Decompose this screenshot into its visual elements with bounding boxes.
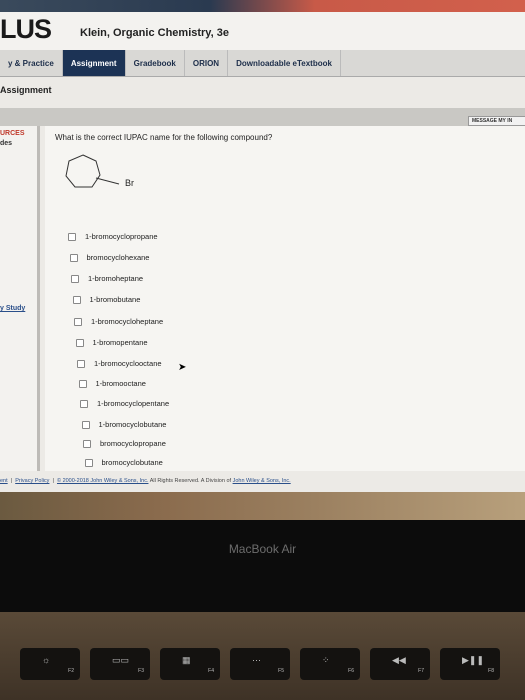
option-label: bromocyclobutane [101,458,163,467]
option-label: 1-bromopentane [92,338,148,347]
answer-option[interactable]: 1-bromocyclopentane [80,399,169,408]
privacy-policy-link[interactable]: Privacy Policy [15,478,49,484]
header [0,12,525,50]
key-icon: ⁘ [322,655,330,665]
tab-assignment[interactable]: Assignment [62,50,126,76]
key-icon: ▶❚❚ [462,655,485,665]
function-key-f5[interactable]: ⋯ F5 [230,648,290,680]
answer-option[interactable]: 1-bromobutane [72,295,141,304]
key-icon: ☼ [42,655,51,665]
key-label: F5 [278,668,284,674]
checkbox[interactable] [83,439,91,448]
checkbox[interactable] [77,359,85,368]
laptop-bezel [0,520,525,615]
bromine-label: Br [125,178,134,188]
device-brand: MacBook Air [228,542,297,556]
checkbox[interactable] [72,295,81,304]
option-label: 1-bromocyclopropane [85,232,158,241]
checkbox[interactable] [81,420,90,429]
wiley-link[interactable]: John Wiley & Sons, Inc. [233,478,291,484]
option-label: 1-bromooctane [95,379,146,388]
checkbox[interactable] [75,338,84,347]
function-key-f4[interactable]: ▦ F4 [160,648,220,680]
footer-link[interactable]: ent [0,478,8,484]
option-label: bromocyclohexane [86,253,150,262]
option-label: 1-bromocyclopentane [97,399,170,408]
message-instructor-button[interactable]: MESSAGE MY IN [468,116,525,126]
sidebar-study-link[interactable]: y Study [0,305,25,312]
function-key-f6[interactable]: ⁘ F6 [300,648,360,680]
checkbox[interactable] [78,379,87,388]
background-photo [0,492,525,520]
answer-option[interactable]: bromocyclohexane [69,253,150,262]
key-label: F6 [348,668,354,674]
key-icon: ▭▭ [112,655,130,665]
checkbox[interactable] [74,317,82,326]
checkbox[interactable] [69,253,78,262]
sidebar-resources-heading: URCES [0,130,25,137]
function-key-f2[interactable]: ☼ F2 [20,648,80,680]
answer-option[interactable]: 1-bromopentane [75,338,148,347]
key-label: F7 [418,668,424,674]
answer-option[interactable]: 1-bromoheptane [71,274,143,283]
toolbar [0,108,525,126]
key-icon: ▦ [182,655,191,665]
option-label: 1-bromocycloheptane [91,317,164,326]
logo: LUS [0,14,52,44]
rights-text: All Rights Reserved. A Division of [149,478,232,484]
tab-practice[interactable]: y & Practice [0,50,63,76]
key-label: F2 [68,668,74,674]
mouse-cursor-icon: ➤ [178,362,187,373]
browser-screen: LUS Klein, Organic Chemistry, 3e y & Pra… [0,0,525,495]
option-label: 1-bromobutane [89,295,141,304]
option-label: 1-bromoheptane [88,274,144,283]
copyright-link[interactable]: © 2000-2018 John Wiley & Sons, Inc. [57,478,149,484]
checkbox[interactable] [80,399,88,408]
sidebar [0,126,40,471]
checkbox[interactable] [71,274,79,283]
function-key-f8[interactable]: ▶❚❚ F8 [440,648,500,680]
option-label: 1-bromocyclobutane [98,420,167,429]
answer-option[interactable]: bromocyclopropane [83,439,166,448]
key-icon: ⋯ [252,655,261,665]
answer-option[interactable]: 1-bromocyclobutane [81,420,167,429]
tab-gradebook[interactable]: Gradebook [126,50,185,76]
key-icon: ◀◀ [392,655,406,665]
answer-option[interactable]: 1-bromooctane [78,379,146,388]
checkbox[interactable] [84,458,93,467]
footer: ent | Privacy Policy | © 2000-2018 John … [0,478,291,484]
function-key-f3[interactable]: ▭▭ F3 [90,648,150,680]
key-label: F4 [208,668,214,674]
answer-option[interactable]: 1-bromocyclooctane [77,359,162,368]
answer-option[interactable]: 1-bromocyclopropane [68,232,158,241]
breadcrumb: Assignment [0,85,52,95]
key-label: F3 [138,668,144,674]
option-label: 1-bromocyclooctane [94,359,162,368]
tab-orion[interactable]: ORION [185,50,229,76]
answer-option[interactable]: 1-bromocycloheptane [74,317,163,326]
checkbox[interactable] [68,232,76,241]
function-key-f7[interactable]: ◀◀ F7 [370,648,430,680]
question-text: What is the correct IUPAC name for the f… [55,133,273,142]
compound-structure [65,154,120,188]
tab-etextbook[interactable]: Downloadable eTextbook [228,50,341,76]
sidebar-guides-link[interactable]: des [0,140,12,147]
nav-tabs: y & Practice Assignment Gradebook ORION … [0,50,525,77]
course-title: Klein, Organic Chemistry, 3e [80,27,229,39]
answer-option[interactable]: bromocyclobutane [84,458,163,467]
key-label: F8 [488,668,494,674]
option-label: bromocyclopropane [100,439,166,448]
